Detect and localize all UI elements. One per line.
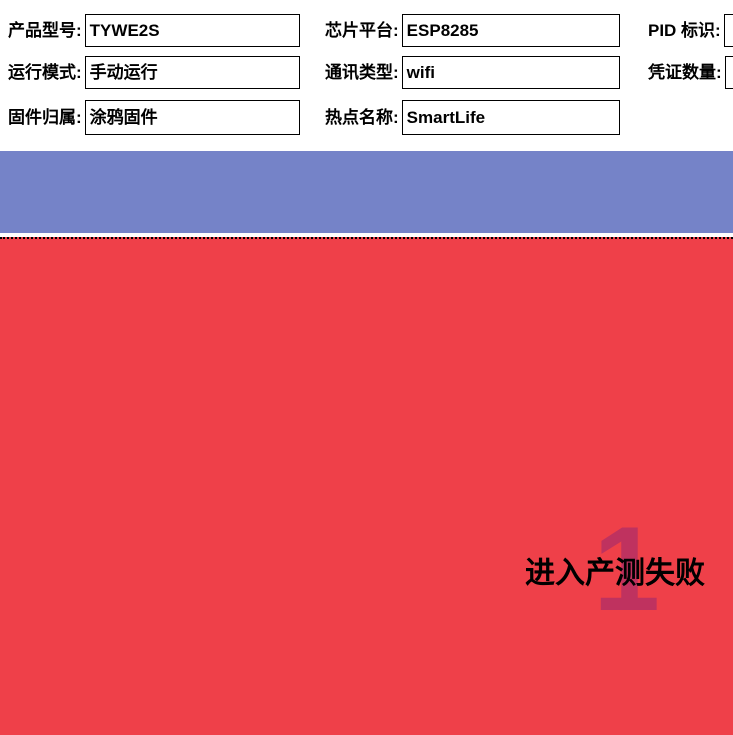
credential-count-input[interactable] [724, 56, 733, 89]
field-pid-identifier: PID 标识: [648, 14, 733, 47]
field-label-hotspot-name: 热点名称: [325, 108, 399, 127]
status-panel[interactable]: 1 进入产测失败 [0, 237, 733, 735]
comm-type-value: wifi [406, 63, 436, 82]
status-message: 进入产测失败 [525, 557, 705, 590]
field-chip-platform: 芯片平台: ESP8285 [325, 14, 620, 47]
focus-outline [0, 237, 733, 239]
firmware-owner-input[interactable]: 涂鸦固件 [84, 100, 300, 135]
device-info-form: 产品型号: TYWE2S 芯片平台: ESP8285 PID 标识: 运行模式:… [0, 0, 733, 151]
field-credential-count: 凭证数量: [648, 56, 733, 89]
pid-identifier-input[interactable] [723, 14, 733, 47]
field-run-mode: 运行模式: 手动运行 [8, 56, 300, 89]
run-mode-value: 手动运行 [89, 63, 158, 82]
field-comm-type: 通讯类型: wifi [325, 56, 620, 89]
field-label-run-mode: 运行模式: [8, 63, 82, 82]
field-label-product-model: 产品型号: [8, 21, 82, 40]
progress-panel [0, 151, 733, 233]
run-mode-input[interactable]: 手动运行 [84, 56, 300, 89]
field-hotspot-name: 热点名称: SmartLife [325, 100, 620, 135]
comm-type-input[interactable]: wifi [401, 56, 620, 89]
field-label-chip-platform: 芯片平台: [325, 21, 399, 40]
field-label-credential-count: 凭证数量: [648, 63, 722, 82]
firmware-owner-value: 涂鸦固件 [89, 108, 158, 127]
field-firmware-owner: 固件归属: 涂鸦固件 [8, 100, 300, 135]
chip-platform-input[interactable]: ESP8285 [401, 14, 620, 47]
field-label-comm-type: 通讯类型: [325, 63, 399, 82]
product-model-input[interactable]: TYWE2S [84, 14, 300, 47]
chip-platform-value: ESP8285 [406, 21, 479, 40]
field-label-firmware-owner: 固件归属: [8, 108, 82, 127]
product-model-value: TYWE2S [89, 21, 160, 40]
field-label-pid-identifier: PID 标识: [648, 21, 721, 40]
field-product-model: 产品型号: TYWE2S [8, 14, 300, 47]
hotspot-name-value: SmartLife [406, 108, 486, 127]
hotspot-name-input[interactable]: SmartLife [401, 100, 620, 135]
